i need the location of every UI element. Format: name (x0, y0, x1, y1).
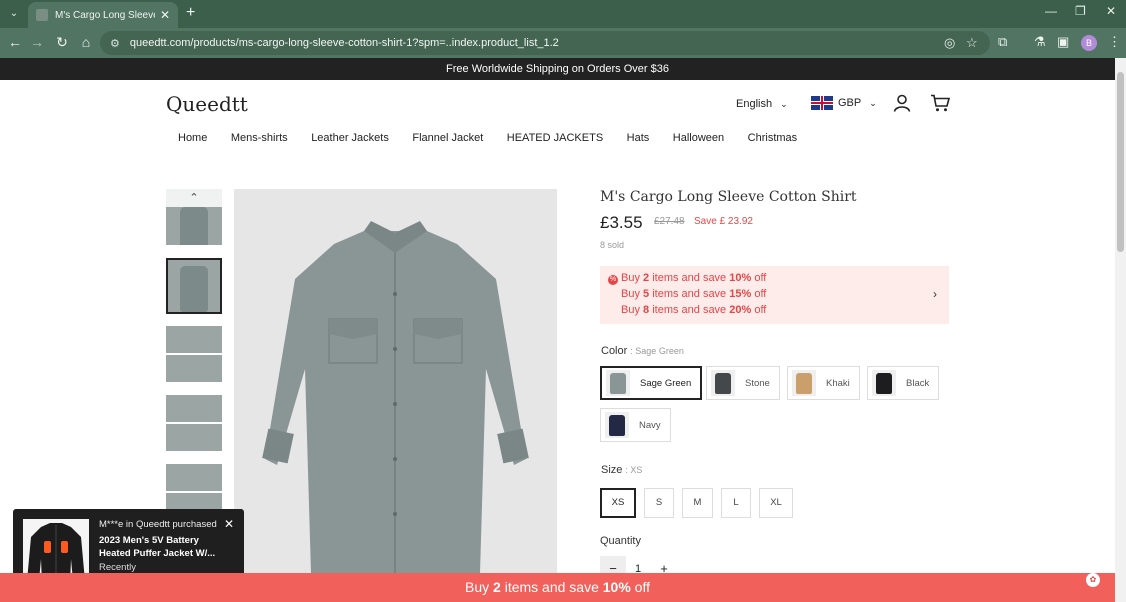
thumbnail-3[interactable] (166, 326, 222, 382)
swatch-image (792, 370, 816, 396)
nav-item-leather-jackets[interactable]: Leather Jackets (311, 132, 389, 144)
nav-item-flannel-jacket[interactable]: Flannel Jacket (412, 132, 483, 144)
extensions-puzzle-icon[interactable]: ⧉ (998, 34, 1007, 50)
swatch-image (606, 370, 630, 396)
nav-item-home[interactable]: Home (178, 132, 207, 144)
size-option-s[interactable]: S (644, 488, 674, 518)
bookmark-star-icon[interactable]: ☆ (966, 35, 978, 51)
nav-item-hats[interactable]: Hats (627, 132, 650, 144)
currency-label: GBP (838, 97, 862, 109)
site-info-icon[interactable]: ⚙ (110, 37, 120, 50)
profile-avatar[interactable]: B (1081, 35, 1097, 51)
promo-line-2: Buy 5 items and save 15% off (621, 288, 767, 300)
nav-item-heated-jackets[interactable]: HEATED JACKETS (507, 132, 603, 144)
browser-tab[interactable]: M's Cargo Long Sleeve Cotton ✕ (28, 2, 178, 28)
uk-flag-icon (811, 96, 833, 110)
chevron-right-icon[interactable]: › (933, 287, 937, 301)
shopping-cart-icon[interactable] (930, 94, 950, 112)
swatch-image (872, 370, 896, 396)
shirt-illustration (262, 221, 529, 573)
savings-amount: Save £ 23.92 (694, 216, 753, 227)
address-bar[interactable]: ⚙ queedtt.com/products/ms-cargo-long-sle… (100, 31, 990, 55)
language-label: English (736, 98, 773, 110)
sold-count: 8 sold (600, 240, 625, 250)
color-swatch-navy[interactable]: Navy (600, 408, 671, 442)
size-option-l[interactable]: L (721, 488, 751, 518)
product-title: M's Cargo Long Sleeve Cotton Shirt (600, 189, 857, 205)
currency-selector[interactable]: GBP ⌄ (811, 96, 877, 110)
purchase-time: Recently (99, 562, 136, 573)
swatch-image (711, 370, 735, 396)
tab-title: M's Cargo Long Sleeve Cotton (55, 9, 155, 21)
thumbnail-2[interactable] (166, 258, 222, 314)
gift-icon[interactable]: ✿ (1086, 573, 1100, 587)
purchased-product-name[interactable]: 2023 Men's 5V Battery Heated Puffer Jack… (99, 534, 219, 560)
nav-item-mens-shirts[interactable]: Mens-shirts (231, 132, 288, 144)
promo-line-1: Buy 2 items and save 10% off (621, 272, 767, 284)
color-swatch-khaki[interactable]: Khaki (787, 366, 860, 400)
color-selected-value: : Sage Green (630, 346, 684, 356)
nav-item-halloween[interactable]: Halloween (673, 132, 724, 144)
bulk-discount-panel[interactable]: % Buy 2 items and save 10% off Buy 5 ite… (600, 266, 949, 324)
window-close-icon[interactable]: ✕ (1106, 4, 1116, 18)
popup-close-icon[interactable]: ✕ (224, 517, 234, 531)
size-selected-value: : XS (625, 465, 643, 475)
bulk-discount-banner[interactable]: Buy 2 items and save 10% off (0, 573, 1115, 602)
lab-flask-icon[interactable]: ⚗ (1034, 34, 1046, 50)
size-option-m[interactable]: M (682, 488, 713, 518)
original-price: £27.48 (654, 216, 685, 227)
chevron-down-icon: ⌄ (780, 99, 788, 109)
nav-item-christmas[interactable]: Christmas (748, 132, 798, 144)
color-swatch-stone[interactable]: Stone (706, 366, 780, 400)
thumbnails-up-chevron-icon[interactable]: ⌃ (166, 189, 222, 207)
size-label: Size: XS (601, 464, 643, 476)
browser-tab-strip: ⌄ M's Cargo Long Sleeve Cotton ✕ + — ❐ ✕ (0, 0, 1126, 28)
language-selector[interactable]: English ⌄ (736, 98, 788, 110)
color-swatch-sage-green[interactable]: Sage Green (600, 366, 703, 400)
home-icon[interactable]: ⌂ (77, 34, 95, 50)
thumbnail-list (166, 189, 222, 519)
quantity-label: Quantity (600, 535, 641, 547)
browser-toolbar: ← → ↻ ⌂ ⚙ queedtt.com/products/ms-cargo-… (0, 28, 1126, 58)
size-option-xs[interactable]: XS (600, 488, 636, 518)
url-text: queedtt.com/products/ms-cargo-long-sleev… (129, 37, 559, 49)
browser-menu-icon[interactable]: ⋮ (1108, 34, 1121, 50)
page-scrollbar[interactable] (1115, 58, 1126, 602)
maximize-icon[interactable]: ❐ (1075, 4, 1086, 18)
main-nav: Home Mens-shirts Leather Jackets Flannel… (178, 132, 821, 144)
tab-search-chevron-icon[interactable]: ⌄ (6, 6, 22, 22)
new-tab-plus-icon[interactable]: + (186, 4, 195, 22)
minimize-icon[interactable]: — (1045, 4, 1057, 18)
chevron-down-icon: ⌄ (869, 97, 877, 108)
promo-line-3: Buy 8 items and save 20% off (621, 304, 767, 316)
tab-favicon (36, 9, 48, 21)
scrollbar-thumb[interactable] (1117, 72, 1124, 252)
site-logo[interactable]: Queedtt (166, 92, 248, 116)
discount-tag-icon: % (608, 275, 618, 285)
back-arrow-icon[interactable]: ← (6, 34, 24, 50)
main-product-image[interactable] (234, 189, 557, 573)
thumbnail-4[interactable] (166, 395, 222, 451)
user-account-icon[interactable] (893, 94, 911, 112)
color-swatch-black[interactable]: Black (867, 366, 940, 400)
forward-arrow-icon[interactable]: → (28, 34, 46, 50)
current-price: £3.55 (600, 213, 643, 232)
swatch-image (605, 412, 629, 438)
purchaser-text: M***e in Queedtt purchased (99, 519, 217, 530)
announcement-bar: Free Worldwide Shipping on Orders Over $… (0, 58, 1115, 80)
eye-off-icon[interactable]: ◎ (944, 35, 955, 51)
reload-icon[interactable]: ↻ (53, 34, 71, 51)
side-panel-icon[interactable]: ▣ (1057, 34, 1069, 50)
color-label: Color: Sage Green (601, 345, 684, 357)
size-option-xl[interactable]: XL (759, 488, 793, 518)
tab-close-icon[interactable]: ✕ (160, 8, 170, 22)
